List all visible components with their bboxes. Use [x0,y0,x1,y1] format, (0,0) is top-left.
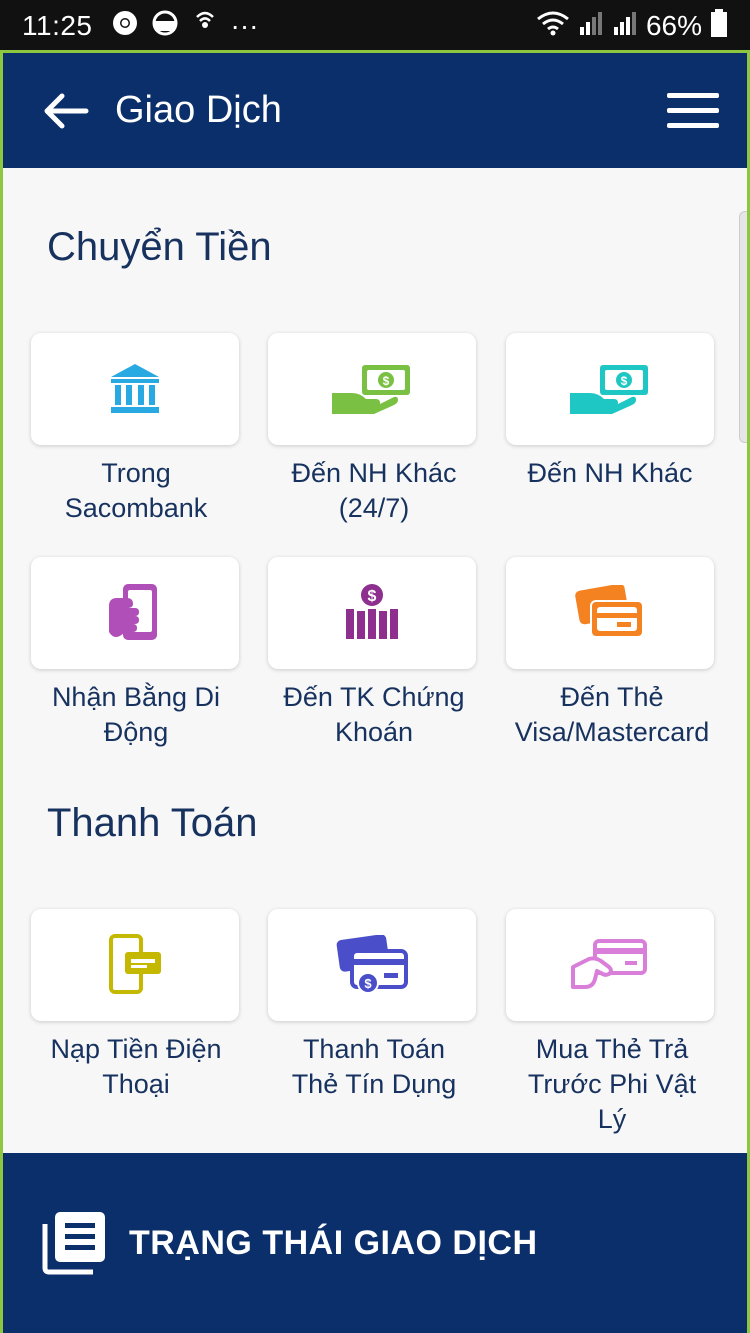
prepaid-card-icon [571,939,647,989]
card-label: Mua Thẻ Trả Trước Phi Vật Lý [527,1034,697,1134]
transfer-securities-account-button[interactable]: $ [268,557,476,669]
scroll-handle[interactable] [739,211,747,443]
app-header: Giao Dịch [3,53,747,168]
bank-icon [111,364,159,413]
transaction-status-button[interactable]: TRẠNG THÁI GIAO DỊCH [3,1153,747,1333]
cash-hand-icon: $ [332,365,410,414]
receive-by-mobile-button[interactable] [31,557,239,669]
cash-hand-icon: $ [570,365,648,414]
battery-icon [710,8,728,45]
status-bar: 11:25 ··· 66% [0,0,750,52]
card-label: Nạp Tiền Điện Thoại [50,1034,222,1099]
phone-hand-icon [109,584,157,640]
page-title: Giao Dịch [115,89,282,131]
more-notifications-icon: ··· [230,10,259,41]
transfer-other-bank-247-button[interactable]: $ [268,333,476,445]
section-title-payment: Thanh Toán [47,801,258,845]
svg-text:$: $ [383,374,390,388]
battery-percent: 66% [645,10,702,41]
svg-text:$: $ [364,976,372,991]
svg-text:$: $ [368,588,377,605]
card-label: Nhận Bằng Di Động [51,682,221,747]
card-label: Đến Thẻ Visa/Mastercard [514,682,710,747]
card-label: Trong Sacombank [64,458,208,523]
card-label: Thanh Toán Thẻ Tín Dụng [291,1034,457,1099]
chrome-icon [111,9,139,44]
buy-prepaid-card-button[interactable] [506,909,714,1021]
transfer-other-bank-button[interactable]: $ [506,333,714,445]
status-time: 11:25 [22,10,93,41]
cards-icon [575,585,644,638]
card-label: Đến TK Chứng Khoán [283,682,465,747]
card-label: Đến NH Khác (24/7) [291,458,457,523]
credit-card-payment-button[interactable]: $ [268,909,476,1021]
menu-button[interactable] [663,81,723,141]
stock-chart-icon: $ [346,584,398,639]
cell-signal-2-icon [612,9,638,44]
transaction-status-label: TRẠNG THÁI GIAO DỊCH [129,1223,538,1262]
section-title-transfer: Chuyển Tiền [47,225,272,269]
transfer-visa-mastercard-button[interactable] [506,557,714,669]
card-label: Đến NH Khác [527,458,693,488]
signal-alt-icon [191,9,219,44]
document-list-icon [42,1212,105,1275]
record-icon [151,9,179,44]
transfer-within-sacombank-button[interactable] [31,333,239,445]
phone-topup-button[interactable] [31,909,239,1021]
back-button[interactable] [35,81,95,141]
phone-topup-icon [109,934,161,994]
arrow-left-icon [44,93,89,128]
cell-signal-icon [578,9,604,44]
credit-card-pay-icon: $ [336,935,408,994]
svg-text:$: $ [621,374,628,388]
hamburger-menu-icon [667,92,719,128]
app-screen: Giao Dịch Chuyển Tiền Trong Sacombank $ … [0,50,750,1333]
wifi-icon [536,9,570,44]
